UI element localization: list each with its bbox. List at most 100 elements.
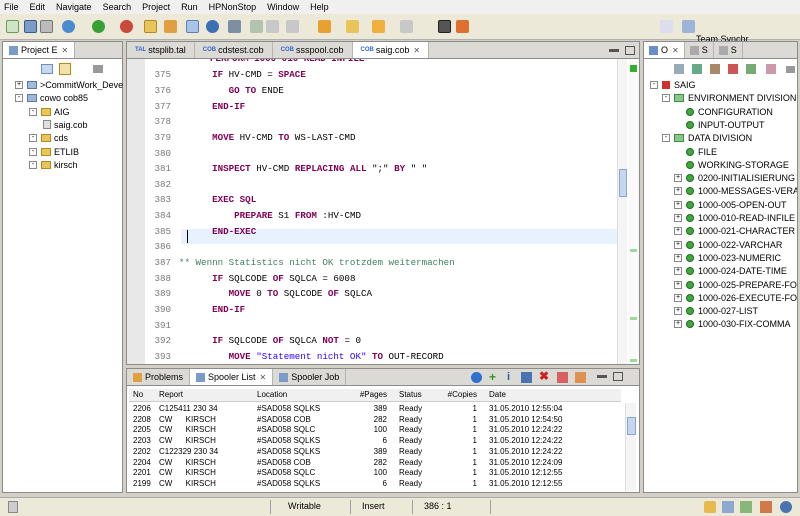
commit-icon[interactable] bbox=[456, 20, 469, 33]
tab-project-explorer[interactable]: Project E ✕ bbox=[3, 42, 76, 58]
collapse-icon[interactable]: - bbox=[29, 160, 37, 169]
editor-tab[interactable]: COB ssspool.cob bbox=[273, 42, 353, 58]
menu-window[interactable]: Window bbox=[267, 2, 299, 12]
table-row[interactable]: 2199 CW KIRSCH #SAD058 SQLKS 6 Ready 1 31.05.2… bbox=[129, 479, 621, 490]
view-menu-icon[interactable] bbox=[786, 66, 795, 73]
overview-marker[interactable] bbox=[630, 359, 637, 362]
hide-static-icon[interactable] bbox=[728, 64, 738, 74]
collapse-icon[interactable]: - bbox=[15, 94, 23, 103]
minimize-icon[interactable] bbox=[597, 375, 607, 378]
sort-icon[interactable] bbox=[674, 64, 684, 74]
delete-all-icon[interactable] bbox=[557, 372, 568, 383]
column-header[interactable]: Date bbox=[489, 390, 506, 399]
close-icon[interactable]: ✕ bbox=[672, 46, 679, 55]
hide-fields-icon[interactable] bbox=[692, 64, 702, 74]
expand-icon[interactable]: + bbox=[674, 187, 682, 196]
menu-file[interactable]: File bbox=[4, 2, 19, 12]
expand-icon[interactable]: + bbox=[674, 293, 682, 302]
outline-item[interactable]: INPUT-OUTPUT bbox=[674, 120, 765, 130]
outline-item[interactable]: +1000-026-EXECUTE-FO bbox=[674, 293, 797, 303]
add-icon[interactable]: + bbox=[489, 371, 500, 383]
expand-icon[interactable]: + bbox=[674, 227, 682, 236]
outline-item[interactable]: +1000-025-PREPARE-FO bbox=[674, 280, 797, 290]
expand-icon[interactable]: + bbox=[674, 267, 682, 276]
editor-tab[interactable]: COB cdstest.cob bbox=[195, 42, 273, 58]
outline-item[interactable]: +1000-022-VARCHAR bbox=[674, 240, 782, 250]
column-header[interactable]: Location bbox=[257, 390, 287, 399]
outline-tab[interactable]: S bbox=[714, 42, 743, 58]
outline-item[interactable]: WORKING-STORAGE bbox=[674, 160, 789, 170]
expand-icon[interactable]: + bbox=[674, 280, 682, 289]
table-row[interactable]: 2208 CW KIRSCH #SAD058 COB 282 Ready 1 31.05.2… bbox=[129, 415, 621, 426]
debug-icon[interactable] bbox=[62, 20, 75, 33]
compare-icon[interactable] bbox=[266, 20, 279, 33]
expand-icon[interactable]: + bbox=[674, 307, 682, 316]
column-header[interactable]: #Pages bbox=[360, 390, 387, 399]
bottom-tab[interactable]: Spooler Job bbox=[273, 369, 347, 385]
collapse-icon[interactable]: - bbox=[650, 81, 658, 89]
build-icon[interactable] bbox=[164, 20, 177, 33]
table-row[interactable]: 2205 CW KIRSCH #SAD058 SQLC 100 Ready 1 31.05.… bbox=[129, 425, 621, 436]
menu-help[interactable]: Help bbox=[310, 2, 329, 12]
outline-item[interactable]: +1000-010-READ-INFILE bbox=[674, 213, 795, 223]
code-area[interactable]: PERFORM 1000-010-READ-INFILE375 IF HV-CM… bbox=[137, 59, 625, 364]
outline-item[interactable]: +1000-005-OPEN-OUT bbox=[674, 200, 787, 210]
collapse-icon[interactable]: - bbox=[29, 107, 37, 116]
collapse-icon[interactable]: - bbox=[662, 94, 670, 103]
sync-icon[interactable] bbox=[286, 20, 299, 33]
outline-item[interactable]: FILE bbox=[674, 147, 717, 157]
delete-icon[interactable]: ✖ bbox=[539, 370, 550, 382]
outline-item[interactable]: +1000-027-LIST bbox=[674, 306, 758, 316]
run-icon[interactable] bbox=[92, 20, 105, 33]
maximize-icon[interactable] bbox=[613, 372, 623, 381]
editor-scroll-thumb[interactable] bbox=[619, 169, 627, 197]
hide-nonpublic-icon[interactable] bbox=[746, 64, 756, 74]
outline-item[interactable]: +1000-024-DATE-TIME bbox=[674, 266, 787, 276]
team-sync-icon[interactable] bbox=[682, 20, 695, 33]
tree-item[interactable]: - cds bbox=[29, 133, 68, 143]
ddl-icon[interactable] bbox=[438, 20, 451, 33]
outline-tab[interactable]: O ✕ bbox=[644, 42, 685, 58]
filter-icon[interactable] bbox=[710, 64, 720, 74]
close-icon[interactable]: ✕ bbox=[62, 46, 69, 55]
tree-item[interactable]: - AIG bbox=[29, 107, 70, 117]
sql-icon[interactable] bbox=[228, 20, 241, 33]
close-icon[interactable]: ✕ bbox=[260, 373, 267, 382]
view-menu-icon[interactable] bbox=[93, 65, 103, 73]
team-icon[interactable] bbox=[740, 501, 752, 513]
column-header[interactable]: Report bbox=[159, 390, 183, 399]
back-icon[interactable] bbox=[372, 20, 385, 33]
open-perspective-icon[interactable] bbox=[660, 20, 673, 33]
open-folder-icon[interactable] bbox=[144, 20, 157, 33]
menu-edit[interactable]: Edit bbox=[30, 2, 46, 12]
tree-item[interactable]: - kirsch bbox=[29, 160, 78, 170]
outline-item[interactable]: +1000-MESSAGES-VERA bbox=[674, 186, 797, 196]
expand-icon[interactable]: + bbox=[674, 214, 682, 222]
external-tools-icon[interactable] bbox=[120, 20, 133, 33]
expand-icon[interactable]: + bbox=[674, 253, 682, 262]
table-vertical-scrollbar[interactable] bbox=[625, 403, 636, 491]
editor-tab[interactable]: TAL stsplib.tal bbox=[127, 42, 195, 58]
table-scroll-thumb[interactable] bbox=[627, 417, 636, 435]
tools-icon[interactable] bbox=[760, 501, 772, 513]
editor-maximize-icon[interactable] bbox=[625, 46, 635, 55]
tree-item[interactable]: - ETLIB bbox=[29, 147, 79, 157]
overview-marker[interactable] bbox=[630, 249, 637, 252]
editor-tab[interactable]: COB saig.cob ✕ bbox=[352, 42, 430, 58]
new-icon[interactable] bbox=[6, 20, 19, 33]
pin-icon[interactable] bbox=[318, 20, 331, 33]
expand-icon[interactable]: + bbox=[15, 81, 23, 89]
outline-item[interactable]: - SAIG bbox=[650, 80, 696, 90]
print-icon[interactable] bbox=[40, 20, 53, 33]
link-editor-icon[interactable] bbox=[59, 63, 71, 75]
outline-item[interactable]: - ENVIRONMENT DIVISION bbox=[662, 93, 796, 103]
outline-item[interactable]: +1000-023-NUMERIC bbox=[674, 253, 781, 263]
table-row[interactable]: 2206 C125411 230 34 #SAD058 SQLKS 389 Ready 1… bbox=[129, 404, 621, 415]
outline-tab[interactable]: S bbox=[685, 42, 714, 58]
tree-item[interactable]: - cowo cob85 bbox=[15, 93, 88, 103]
collapse-icon[interactable]: - bbox=[29, 147, 37, 156]
expand-icon[interactable]: + bbox=[674, 320, 682, 329]
help-icon[interactable] bbox=[780, 501, 792, 513]
notification-icon[interactable] bbox=[704, 501, 716, 513]
forward-icon[interactable] bbox=[400, 20, 413, 33]
